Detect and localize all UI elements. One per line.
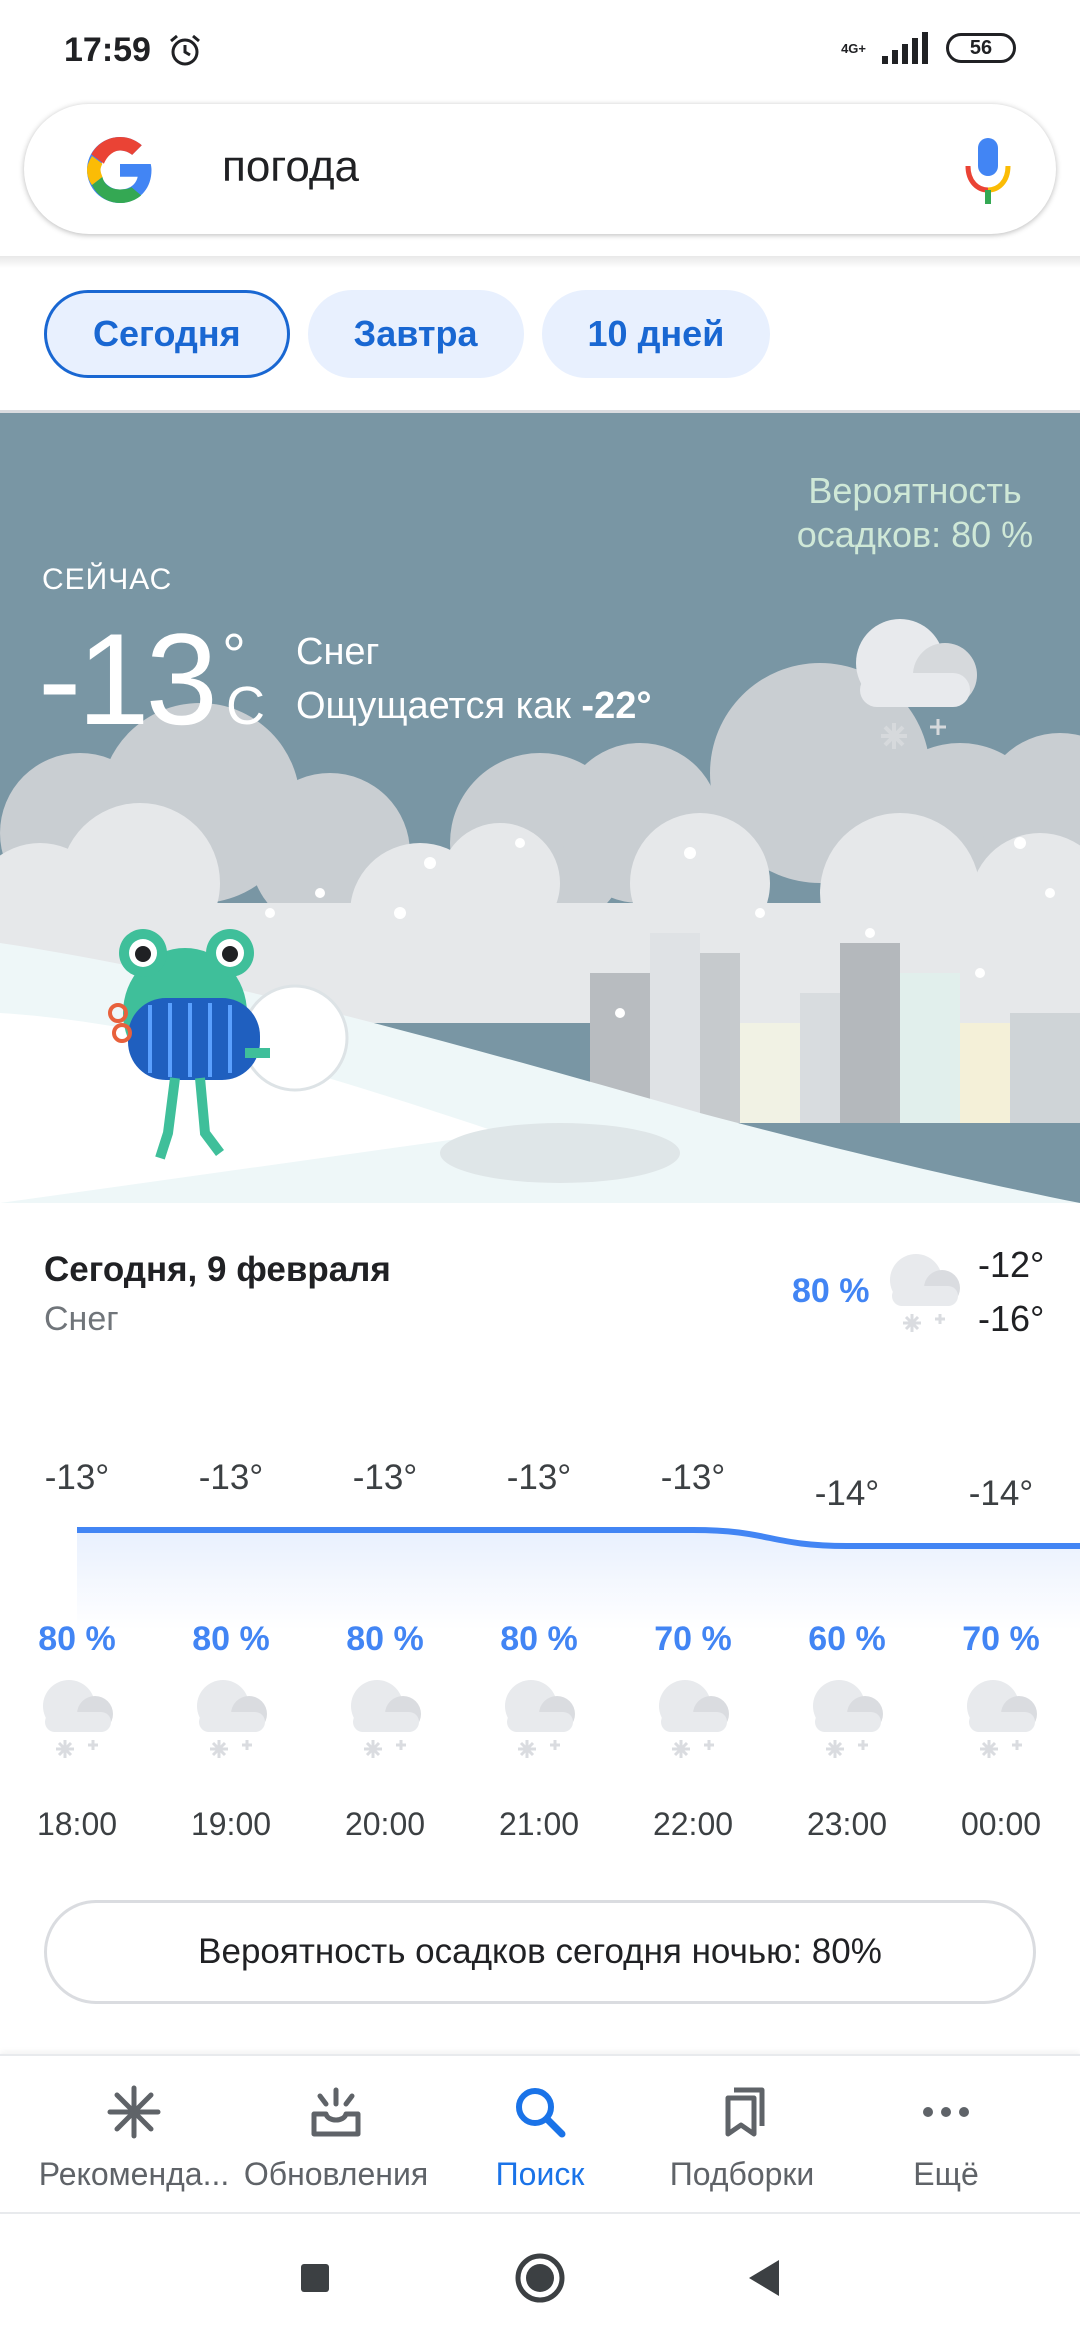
hour-temp-label: -13° xyxy=(198,1458,264,1497)
snow-cloud-icon xyxy=(856,619,977,749)
hour-time-label: 23:00 xyxy=(806,1806,888,1842)
hour-precip-label: 80 % xyxy=(500,1620,578,1658)
now-label: СЕЙЧАС xyxy=(42,563,173,596)
bottom-navigation: Рекоменда... Обновления Поиск Подборки Е… xyxy=(0,2054,1080,2212)
status-time: 17:59 xyxy=(64,30,151,69)
signal-icon xyxy=(882,32,928,64)
precip-tonight-button[interactable]: Вероятность осадков сегодня ночью: 80% xyxy=(44,1900,1036,2004)
nav-more[interactable]: Ещё xyxy=(841,2056,1051,2214)
asterisk-icon xyxy=(107,2085,161,2139)
microphone-icon[interactable] xyxy=(960,134,1016,206)
status-bar: 17:59 4G+ 56 xyxy=(0,0,1080,100)
nav-more-label: Ещё xyxy=(913,2156,979,2192)
feels-like-label: Ощущается как xyxy=(296,685,571,727)
snow-cloud-icon xyxy=(659,1680,729,1758)
nav-search[interactable]: Поиск xyxy=(435,2056,645,2214)
hour-temp-label: -13° xyxy=(352,1458,418,1497)
collections-icon xyxy=(725,2087,765,2137)
hour-temp-label: -13° xyxy=(506,1458,572,1497)
alarm-icon xyxy=(170,34,200,66)
search-icon xyxy=(516,2088,566,2138)
precipitation-chance: Вероятность осадков: 80 % xyxy=(796,470,1034,555)
home-icon[interactable] xyxy=(510,2248,570,2308)
hour-precip-label: 80 % xyxy=(38,1620,116,1658)
search-bar[interactable]: погода xyxy=(24,104,1056,234)
nav-recommendations[interactable]: Рекоменда... xyxy=(29,2056,239,2214)
temperature-unit-toggle[interactable]: C xyxy=(226,675,265,737)
back-icon[interactable] xyxy=(735,2248,795,2308)
today-date-title: Сегодня, 9 февраля xyxy=(44,1250,391,1289)
snow-cloud-icon xyxy=(351,1680,421,1758)
feels-like: Ощущается как -22° xyxy=(296,685,652,728)
more-icon xyxy=(923,2107,969,2117)
hour-precip-label: 60 % xyxy=(808,1620,886,1658)
today-low-temp: -16° xyxy=(978,1298,1045,1339)
today-precip: 80 % xyxy=(792,1272,870,1310)
header-shadow xyxy=(0,256,1080,268)
feels-like-value: -22° xyxy=(581,685,652,727)
nav-recommendations-label: Рекоменда... xyxy=(38,2156,230,2192)
tab-10-days[interactable]: 10 дней xyxy=(541,290,771,378)
hourly-forecast[interactable]: -13° 80 % 18:00 -13° 80 % 19:00 -13° 80 % 20:00 -… xyxy=(0,1430,1080,1860)
hour-precip-label: 70 % xyxy=(962,1620,1040,1658)
hour-temp-label: -14° xyxy=(968,1474,1034,1513)
snow-cloud-icon xyxy=(813,1680,883,1758)
nav-updates[interactable]: Обновления xyxy=(231,2056,441,2214)
today-high-temp: -12° xyxy=(978,1244,1045,1285)
weather-tabs: Сегодня Завтра 10 дней xyxy=(44,290,771,378)
hour-time-label: 22:00 xyxy=(652,1806,734,1842)
hour-time-label: 00:00 xyxy=(960,1806,1042,1842)
hour-time-label: 20:00 xyxy=(344,1806,426,1842)
nav-search-label: Поиск xyxy=(495,2156,585,2192)
hour-temp-label: -13° xyxy=(44,1458,110,1497)
hour-precip-label: 70 % xyxy=(654,1620,732,1658)
snow-cloud-icon xyxy=(890,1254,960,1332)
search-input[interactable]: погода xyxy=(222,142,359,192)
current-condition: Снег xyxy=(296,631,380,673)
hour-precip-label: 80 % xyxy=(346,1620,424,1658)
hour-time-label: 21:00 xyxy=(498,1806,580,1842)
nav-updates-label: Обновления xyxy=(243,2156,429,2192)
hour-time-label: 18:00 xyxy=(36,1806,118,1842)
weather-hero: СЕЙЧАС -13 ° C Снег Ощущается как -22° В… xyxy=(0,413,1080,1203)
google-logo-icon[interactable] xyxy=(84,134,156,206)
battery-indicator: 56 xyxy=(946,33,1016,63)
hour-precip-label: 80 % xyxy=(192,1620,270,1658)
snow-cloud-icon xyxy=(43,1680,113,1758)
tab-today[interactable]: Сегодня xyxy=(44,290,290,378)
current-temperature: -13 xyxy=(38,606,218,752)
nav-collections[interactable]: Подборки xyxy=(637,2056,847,2214)
status-indicators: 4G+ 56 xyxy=(841,30,1016,66)
system-navigation-bar xyxy=(0,2212,1080,2340)
hour-temp-label: -13° xyxy=(660,1458,726,1497)
snow-cloud-icon xyxy=(967,1680,1037,1758)
network-type-label: 4G+ xyxy=(841,40,866,56)
hour-temp-label: -14° xyxy=(814,1474,880,1513)
recent-apps-icon[interactable] xyxy=(285,2248,345,2308)
snow-cloud-icon xyxy=(197,1680,267,1758)
inbox-updates-icon xyxy=(311,2087,361,2137)
nav-collections-label: Подборки xyxy=(669,2156,815,2192)
today-condition: Снег xyxy=(44,1300,119,1338)
snow-cloud-icon xyxy=(505,1680,575,1758)
hour-time-label: 19:00 xyxy=(190,1806,272,1842)
tab-tomorrow[interactable]: Завтра xyxy=(307,290,524,378)
